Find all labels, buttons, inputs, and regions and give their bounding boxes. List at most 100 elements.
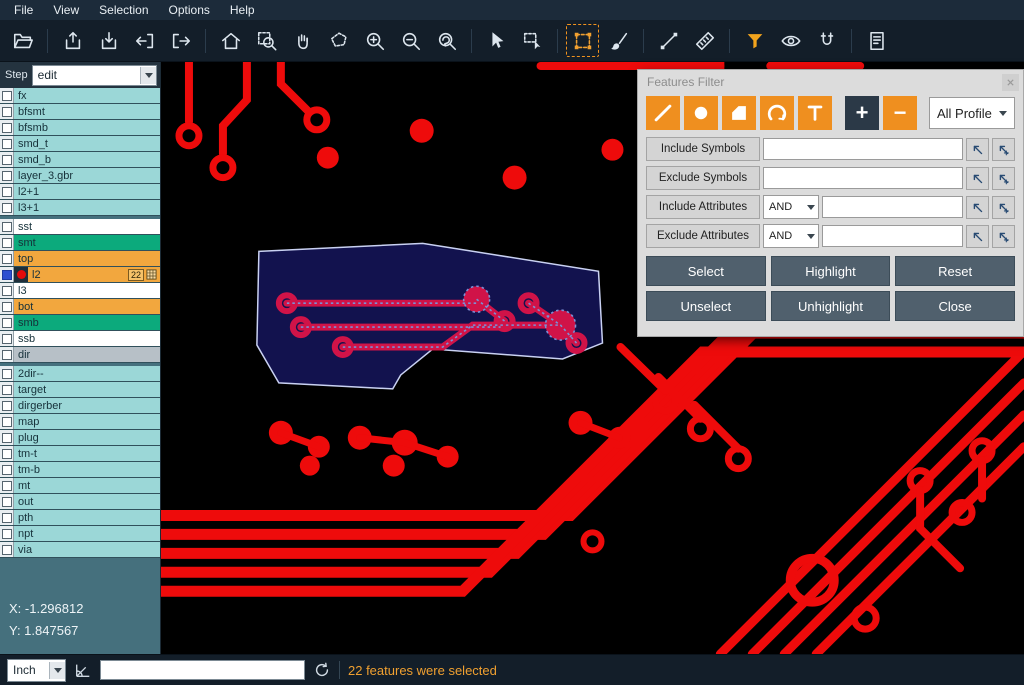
layer-row-ssb[interactable]: ssb [0,331,160,347]
filter-funnel-button[interactable] [738,24,771,57]
layer-row-l2[interactable]: l222 [0,267,160,283]
layer-visibility-checkbox[interactable] [2,369,12,379]
layer-checkbox-cell[interactable] [0,510,14,525]
layer-checkbox-cell[interactable] [0,235,14,250]
layer-visibility-checkbox[interactable] [2,529,12,539]
export-up-button[interactable] [56,24,89,57]
grid-icon[interactable] [146,269,157,280]
unit-select[interactable]: Inch [7,659,66,682]
line-tool-button[interactable] [652,24,685,57]
layer-row-bfsmb[interactable]: bfsmb [0,120,160,136]
layer-checkbox-cell[interactable] [0,315,14,330]
unselect-button[interactable]: Unselect [646,291,766,321]
positive-polarity-button[interactable]: + [845,96,879,130]
layer-name-band[interactable]: layer_3.gbr [14,168,160,183]
layer-visibility-checkbox[interactable] [2,123,12,133]
layer-row-smb[interactable]: smb [0,315,160,331]
layer-visibility-checkbox[interactable] [2,497,12,507]
zoom-in-button[interactable] [358,24,391,57]
layer-checkbox-cell[interactable] [0,398,14,413]
layer-name-band[interactable]: via [14,542,160,557]
layer-name-band[interactable]: out [14,494,160,509]
step-select[interactable]: edit [32,65,157,86]
layer-name-band[interactable]: smd_t [14,136,160,151]
layer-checkbox-cell[interactable] [0,494,14,509]
layer-checkbox-cell[interactable] [0,414,14,429]
step-select-chevron-down-icon[interactable] [140,67,156,84]
layer-visibility-checkbox[interactable] [2,449,12,459]
layer-row-smd_t[interactable]: smd_t [0,136,160,152]
layer-name-band[interactable]: pth [14,510,160,525]
layer-name-band[interactable]: smt [14,235,160,250]
profile-select[interactable]: All Profile [929,97,1015,129]
arc-feature-button[interactable] [760,96,794,130]
pick-from-canvas-button[interactable] [966,167,989,190]
pan-hand-button[interactable] [286,24,319,57]
menu-options[interactable]: Options [159,1,220,19]
include-symbols-input[interactable] [763,138,963,160]
layer-name-band[interactable]: ssb [14,331,160,346]
zoom-reset-button[interactable] [430,24,463,57]
layer-checkbox-cell[interactable] [0,104,14,119]
text-feature-button[interactable] [798,96,832,130]
home-button[interactable] [214,24,247,57]
negative-polarity-button[interactable]: − [883,96,917,130]
layer-name-band[interactable]: plug [14,430,160,445]
layer-checkbox-cell[interactable] [0,446,14,461]
layer-visibility-checkbox[interactable] [2,107,12,117]
layer-name-band[interactable]: l2+1 [14,184,160,199]
layer-checkbox-cell[interactable] [0,184,14,199]
layer-checkbox-cell[interactable] [0,200,14,215]
layer-checkbox-cell[interactable] [0,462,14,477]
pick-add-button[interactable] [992,196,1015,219]
layer-name-band[interactable]: target [14,382,160,397]
layer-checkbox-cell[interactable] [0,251,14,266]
zoom-out-button[interactable] [394,24,427,57]
layer-row-l3[interactable]: l3 [0,283,160,299]
layer-name-band[interactable]: tm-t [14,446,160,461]
pick-add-button[interactable] [992,167,1015,190]
layer-row-pth[interactable]: pth [0,510,160,526]
pick-from-canvas-button[interactable] [966,196,989,219]
layer-name-band[interactable]: sst [14,219,160,234]
snap-magnet-button[interactable] [810,24,843,57]
pick-from-canvas-button[interactable] [966,225,989,248]
layer-checkbox-cell[interactable] [0,120,14,135]
layer-visibility-checkbox[interactable] [2,155,12,165]
menu-file[interactable]: File [4,1,43,19]
layer-visibility-checkbox[interactable] [2,318,12,328]
layer-checkbox-cell[interactable] [0,347,14,362]
layer-row-via[interactable]: via [0,542,160,558]
layer-row-sst[interactable]: sst [0,219,160,235]
menu-help[interactable]: Help [220,1,265,19]
layer-name-band[interactable]: 2dir-- [14,366,160,381]
layer-visibility-checkbox[interactable] [2,350,12,360]
include-symbols-button[interactable]: Include Symbols [646,137,760,161]
unit-chevron[interactable] [49,662,65,679]
layer-name-band[interactable]: bfsmt [14,104,160,119]
layer-name-band[interactable]: smd_b [14,152,160,167]
layer-checkbox-cell[interactable] [0,283,14,298]
highlight-button[interactable]: Highlight [771,256,891,286]
pick-from-canvas-button[interactable] [966,138,989,161]
layer-checkbox-cell[interactable] [0,299,14,314]
layer-name-band[interactable]: top [14,251,160,266]
step-right-button[interactable] [164,24,197,57]
layer-row-smt[interactable]: smt [0,235,160,251]
dialog-titlebar[interactable]: Features Filter [638,70,1023,94]
exclude-attributes-button[interactable]: Exclude Attributes [646,224,760,248]
rect-select-button[interactable] [516,24,549,57]
exclude-attributes-input[interactable] [822,225,963,247]
layer-name-band[interactable]: npt [14,526,160,541]
layer-name-band[interactable]: l3 [14,283,160,298]
layer-visibility-checkbox[interactable] [2,385,12,395]
layer-name-band[interactable]: dir [14,347,160,362]
layer-visibility-checkbox[interactable] [2,171,12,181]
layer-row-l3+1[interactable]: l3+1 [0,200,160,216]
reset-button[interactable]: Reset [895,256,1015,286]
import-down-button[interactable] [92,24,125,57]
layer-row-bfsmt[interactable]: bfsmt [0,104,160,120]
layer-row-2dir--[interactable]: 2dir-- [0,366,160,382]
layer-checkbox-cell[interactable] [0,542,14,557]
layer-checkbox-cell[interactable] [0,136,14,151]
